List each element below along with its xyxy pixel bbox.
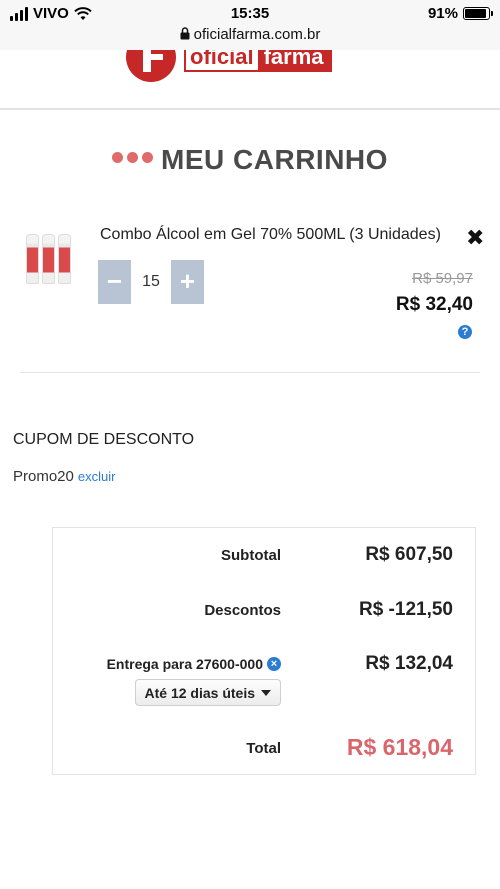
quantity-value[interactable]: 15	[131, 273, 171, 291]
subtotal-value: R$ 607,50	[365, 544, 453, 565]
order-summary: Subtotal R$ 607,50 Descontos R$ -121,50 …	[52, 527, 476, 775]
decrease-quantity-button[interactable]: −	[98, 260, 131, 304]
status-bar: VIVO 15:35 91%	[0, 0, 500, 28]
url-bar[interactable]: oficialfarma.com.br	[0, 26, 500, 50]
battery-percent: 91%	[427, 5, 458, 22]
coupon-code: Promo20	[13, 468, 74, 485]
increase-quantity-button[interactable]: +	[171, 260, 204, 304]
remove-coupon-link[interactable]: excluir	[78, 469, 116, 484]
shipping-label: Entrega para 27600-000 ×	[107, 656, 281, 672]
item-divider	[20, 372, 480, 373]
shipping-label-text: Entrega para 27600-000	[106, 656, 263, 672]
clear-zipcode-icon[interactable]: ×	[267, 657, 281, 671]
caret-down-icon	[261, 689, 271, 696]
shipping-value: R$ 132,04	[365, 653, 453, 674]
logo-mark-icon	[126, 50, 176, 82]
bottle-icon	[26, 234, 39, 284]
battery-fill	[465, 9, 486, 18]
bottle-icon	[58, 234, 71, 284]
logo-wordmark: oficial farma	[184, 50, 332, 72]
url-text: oficialfarma.com.br	[193, 26, 321, 43]
total-label: Total	[246, 740, 281, 757]
subtotal-label: Subtotal	[221, 547, 281, 564]
status-right: 91%	[427, 5, 493, 22]
battery-icon	[463, 7, 493, 20]
bottle-icon	[42, 234, 55, 284]
remove-item-button[interactable]: ✖	[466, 227, 484, 249]
shipping-option-text: Até 12 dias úteis	[144, 684, 256, 701]
page-title-text: MEU CARRINHO	[161, 144, 388, 175]
title-dots-icon	[112, 152, 154, 163]
shipping-option-select[interactable]: Até 12 dias úteis	[134, 679, 281, 706]
discount-value: R$ -121,50	[358, 599, 453, 620]
logo-text-oficial: oficial	[186, 50, 258, 70]
item-price: R$ 32,40	[395, 294, 473, 315]
lock-icon	[180, 27, 190, 40]
product-name[interactable]: Combo Álcool em Gel 70% 500ML (3 Unidade…	[100, 226, 441, 244]
site-header: oficial farma	[0, 50, 500, 110]
old-price: R$ 59,97	[412, 270, 473, 287]
status-time: 15:35	[230, 5, 270, 22]
coupon-applied: Promo20 excluir	[13, 468, 115, 485]
help-icon[interactable]: ?	[458, 325, 472, 339]
site-logo[interactable]: oficial farma	[126, 50, 332, 82]
coupon-label: CUPOM DE DESCONTO	[13, 431, 195, 448]
quantity-stepper[interactable]: − 15 +	[98, 260, 204, 304]
total-value: R$ 618,04	[346, 734, 453, 760]
logo-text-farma: farma	[257, 50, 330, 70]
product-image[interactable]	[26, 232, 74, 284]
discount-label: Descontos	[204, 602, 281, 619]
page-title: MEU CARRINHO	[0, 144, 500, 176]
